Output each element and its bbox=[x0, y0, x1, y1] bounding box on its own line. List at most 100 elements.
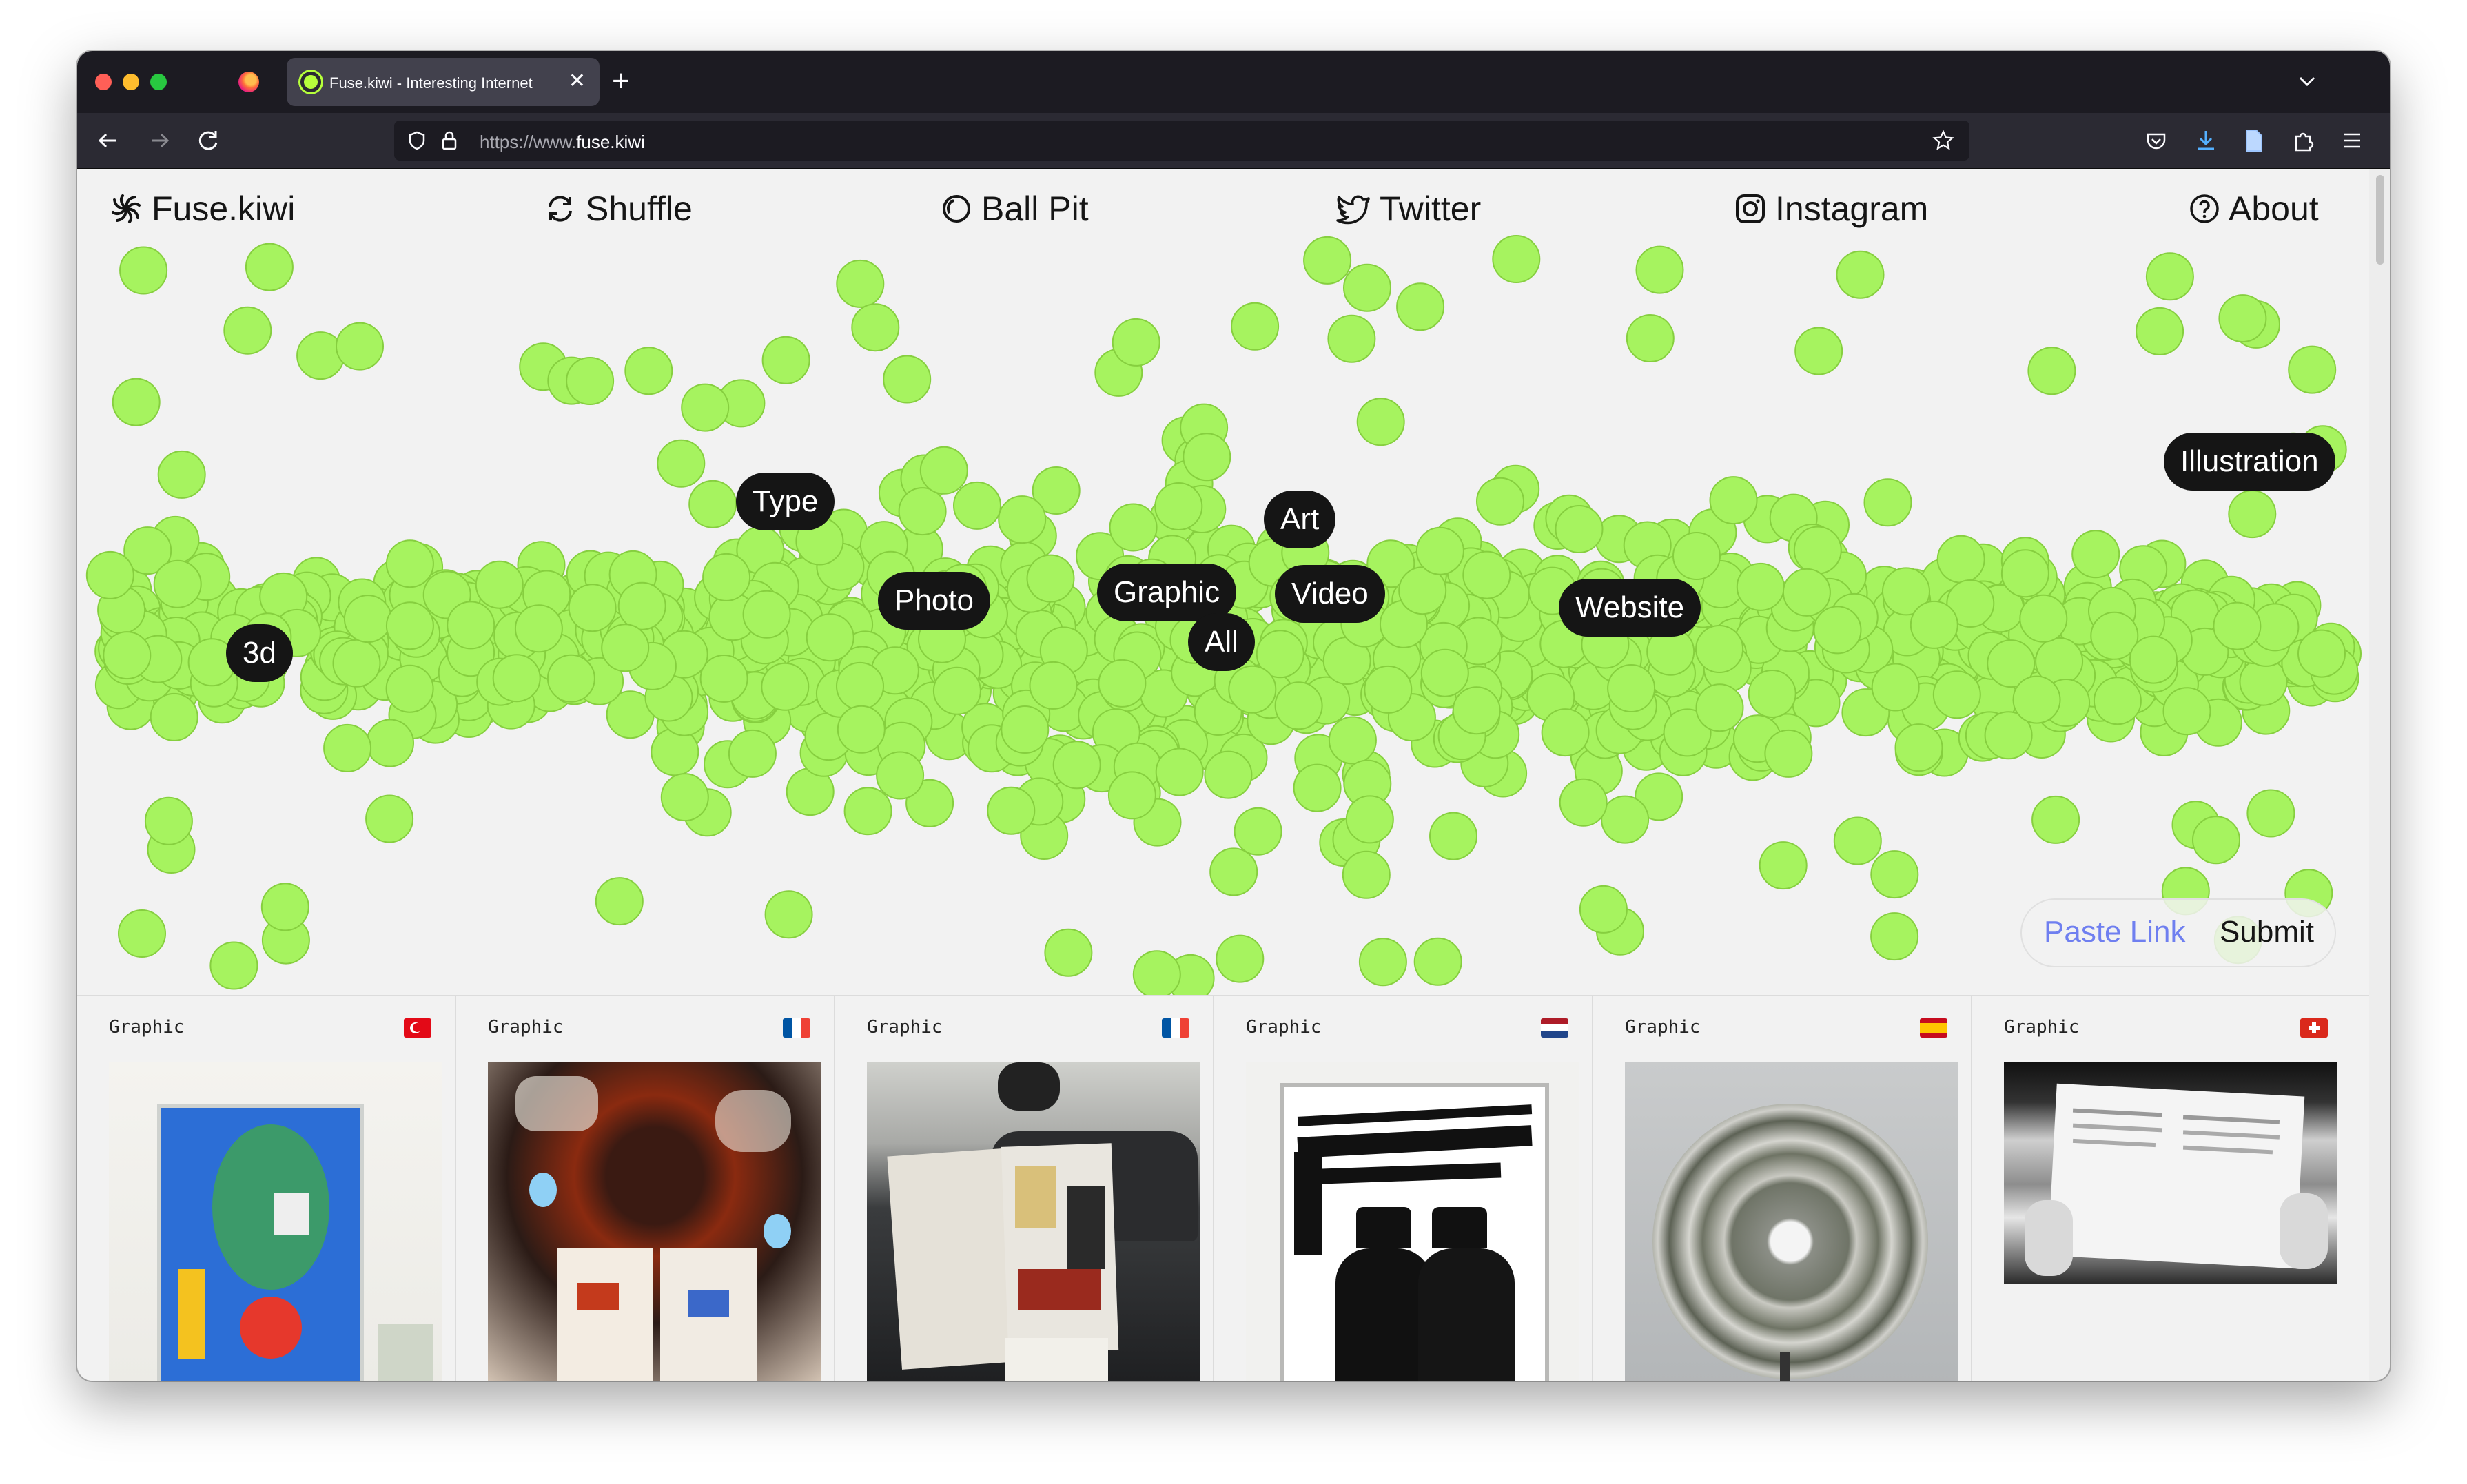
ball[interactable] bbox=[876, 751, 925, 800]
nav-ball-pit[interactable]: Ball Pit bbox=[940, 187, 1089, 230]
ball[interactable] bbox=[2012, 675, 2061, 724]
ball[interactable] bbox=[1736, 562, 1785, 611]
ball[interactable] bbox=[385, 601, 434, 650]
ball[interactable] bbox=[2288, 345, 2337, 394]
ball[interactable] bbox=[2019, 594, 2068, 643]
ball[interactable] bbox=[1183, 433, 1231, 482]
tag-type[interactable]: Type bbox=[736, 473, 835, 530]
ball[interactable] bbox=[1871, 663, 1920, 712]
ball[interactable] bbox=[144, 796, 193, 845]
site-logo[interactable]: Fuse.kiwi bbox=[109, 187, 295, 230]
close-tab-icon[interactable]: ✕ bbox=[569, 69, 586, 94]
ball[interactable] bbox=[1216, 934, 1265, 983]
ball[interactable] bbox=[1863, 478, 1912, 527]
ball[interactable] bbox=[332, 639, 381, 688]
ball[interactable] bbox=[1293, 763, 1342, 812]
ball[interactable] bbox=[1155, 748, 1204, 796]
ball[interactable] bbox=[1415, 526, 1464, 575]
ball[interactable] bbox=[1044, 928, 1093, 977]
ball[interactable] bbox=[1759, 841, 1808, 890]
ball[interactable] bbox=[2228, 490, 2277, 539]
tag-3d[interactable]: 3d bbox=[226, 624, 293, 682]
ball[interactable] bbox=[1870, 912, 1919, 961]
ball[interactable] bbox=[385, 539, 434, 588]
tab-fuse-kiwi[interactable]: Fuse.kiwi - Interesting Internet ✕ bbox=[287, 58, 600, 106]
ball[interactable] bbox=[2246, 789, 2295, 838]
ball[interactable] bbox=[1234, 807, 1282, 856]
card-image[interactable] bbox=[1625, 1062, 1958, 1381]
ball[interactable] bbox=[2297, 629, 2346, 678]
ball[interactable] bbox=[1579, 885, 1628, 934]
ball[interactable] bbox=[1932, 670, 1981, 719]
ball[interactable] bbox=[953, 481, 1001, 530]
ball[interactable] bbox=[447, 601, 495, 650]
ball[interactable] bbox=[1833, 816, 1882, 865]
ball[interactable] bbox=[1748, 670, 1796, 718]
zoom-window-button[interactable] bbox=[150, 74, 167, 90]
ball[interactable] bbox=[1209, 847, 1258, 896]
ball[interactable] bbox=[601, 624, 650, 672]
ball[interactable] bbox=[1328, 716, 1377, 765]
ball[interactable] bbox=[1109, 503, 1158, 552]
ball[interactable] bbox=[702, 553, 751, 601]
ball[interactable] bbox=[514, 604, 563, 653]
ball[interactable] bbox=[1541, 708, 1590, 757]
ball[interactable] bbox=[2213, 601, 2262, 650]
forward-arrow-icon[interactable] bbox=[143, 125, 175, 156]
ball[interactable] bbox=[1154, 482, 1203, 530]
ball[interactable] bbox=[1782, 568, 1831, 617]
card-image[interactable] bbox=[2004, 1062, 2337, 1284]
card-image[interactable] bbox=[109, 1062, 442, 1381]
card-image[interactable] bbox=[867, 1062, 1200, 1381]
pocket-icon[interactable] bbox=[2144, 130, 2168, 153]
minimize-window-button[interactable] bbox=[123, 74, 139, 90]
ball[interactable] bbox=[1910, 600, 1958, 649]
ball[interactable] bbox=[1343, 263, 1391, 312]
ball[interactable] bbox=[1420, 648, 1469, 697]
card-item[interactable]: Graphic bbox=[1214, 996, 1593, 1381]
nav-about[interactable]: About bbox=[2189, 187, 2319, 230]
ball[interactable] bbox=[2162, 687, 2211, 736]
ball[interactable] bbox=[112, 378, 161, 426]
ball[interactable] bbox=[1813, 606, 1862, 655]
tag-photo[interactable]: Photo bbox=[878, 572, 990, 630]
card-image[interactable] bbox=[1246, 1062, 1579, 1381]
ball[interactable] bbox=[336, 322, 384, 371]
ball[interactable] bbox=[1764, 729, 1813, 778]
ball[interactable] bbox=[546, 654, 595, 703]
ball[interactable] bbox=[728, 729, 777, 778]
ball[interactable] bbox=[1052, 741, 1101, 790]
tag-illustration[interactable]: Illustration bbox=[2164, 433, 2335, 491]
ball[interactable] bbox=[2000, 549, 2049, 598]
tag-all[interactable]: All bbox=[1188, 613, 1255, 671]
ball[interactable] bbox=[1327, 314, 1376, 363]
ball[interactable] bbox=[883, 355, 932, 404]
ball[interactable] bbox=[617, 581, 666, 630]
ball[interactable] bbox=[657, 439, 706, 488]
ball[interactable] bbox=[209, 941, 258, 990]
tag-art[interactable]: Art bbox=[1264, 491, 1336, 548]
ball[interactable] bbox=[1345, 795, 1394, 844]
ball[interactable] bbox=[1364, 665, 1413, 714]
ball[interactable] bbox=[568, 584, 617, 632]
ball[interactable] bbox=[987, 786, 1036, 835]
reader-view-icon[interactable] bbox=[2244, 128, 2264, 153]
ball[interactable] bbox=[1429, 812, 1477, 860]
ball[interactable] bbox=[2027, 347, 2076, 395]
ball[interactable] bbox=[157, 450, 206, 499]
ball[interactable] bbox=[1107, 771, 1156, 820]
ball[interactable] bbox=[1476, 477, 1524, 526]
ball[interactable] bbox=[1356, 398, 1405, 446]
ball[interactable] bbox=[1029, 661, 1078, 710]
card-image[interactable] bbox=[488, 1062, 821, 1381]
firefox-icon[interactable] bbox=[238, 72, 259, 92]
scrollbar-thumb[interactable] bbox=[2376, 175, 2384, 265]
ball[interactable] bbox=[2071, 530, 2120, 579]
ball[interactable] bbox=[1870, 850, 1919, 899]
ball[interactable] bbox=[595, 877, 644, 926]
ball[interactable] bbox=[651, 728, 699, 776]
back-arrow-icon[interactable] bbox=[92, 125, 124, 156]
ball[interactable] bbox=[1794, 327, 1843, 375]
card-item[interactable]: Graphic bbox=[77, 996, 456, 1381]
ball[interactable] bbox=[660, 773, 709, 822]
